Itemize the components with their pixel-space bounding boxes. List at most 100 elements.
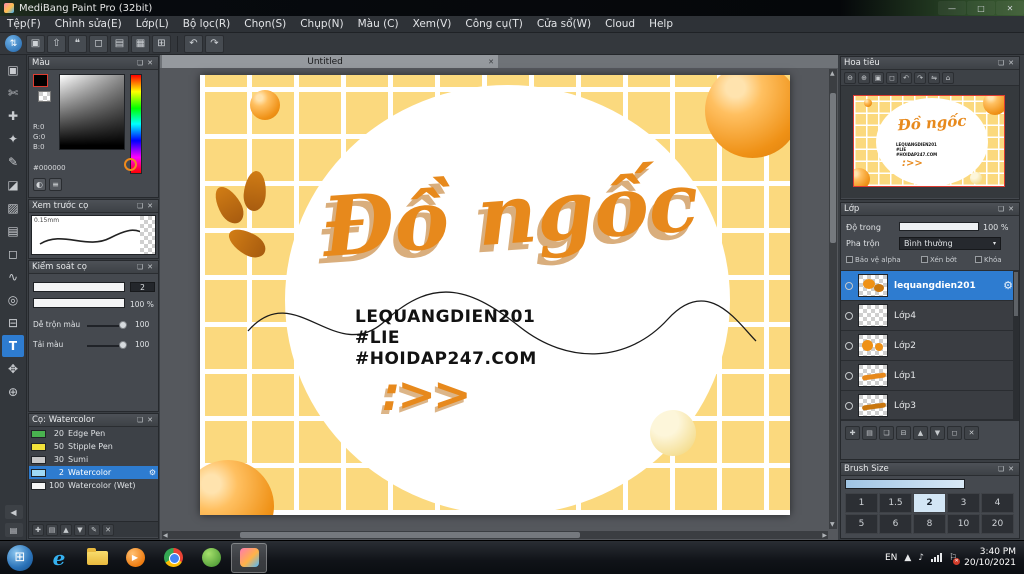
close-panel-icon[interactable]: ✕ [1006, 205, 1016, 213]
drawing-canvas[interactable]: Đồ ngốc LEQUANGDIEN201 #LIE #HOIDAP247.C… [200, 75, 790, 515]
brush-row[interactable]: 30 Sumi [29, 453, 158, 466]
collapse-left-icon[interactable]: ◀ [4, 505, 23, 519]
popout-icon[interactable]: ❏ [996, 465, 1006, 473]
grid-icon[interactable]: ▦ [131, 34, 150, 53]
volume-icon[interactable]: ♪ [918, 553, 924, 563]
maximize-button[interactable]: □ [967, 1, 995, 15]
menu-color[interactable]: Màu (C) [351, 16, 406, 33]
language-indicator[interactable]: EN [885, 553, 897, 563]
size-cell[interactable]: 10 [947, 514, 980, 534]
hidden-icons-arrow[interactable]: ▲ [904, 553, 911, 563]
hue-marker[interactable] [124, 158, 137, 171]
menu-layer[interactable]: Lớp(L) [129, 16, 176, 33]
move-tool-icon[interactable]: ✚ [2, 105, 24, 127]
open-file-icon[interactable]: ▤ [110, 34, 129, 53]
move-down-icon[interactable]: ▼ [74, 523, 86, 536]
brush-size-slider[interactable] [845, 479, 965, 489]
network-icon[interactable] [931, 553, 943, 562]
brush-settings-icon[interactable]: ⚙ [149, 468, 156, 477]
taskbar-media-player-icon[interactable]: ▶ [117, 543, 153, 573]
layer-list-scrollbar[interactable] [1013, 270, 1019, 420]
eyedropper-tool-icon[interactable]: ◎ [2, 289, 24, 311]
size-cell-selected[interactable]: 2 [913, 493, 946, 513]
scroll-left-icon[interactable]: ◀ [163, 532, 168, 539]
comment-icon[interactable]: ❝ [68, 34, 87, 53]
menu-tools[interactable]: Công cụ(T) [458, 16, 529, 33]
popout-icon[interactable]: ❏ [996, 205, 1006, 213]
rotate-left-icon[interactable]: ↶ [900, 71, 912, 84]
menu-filter[interactable]: Bộ lọc(R) [176, 16, 238, 33]
navigator-thumbnail[interactable]: Đồ ngốc LEQUANGDIEN201 #LIE #HOIDAP247.C… [853, 95, 1005, 187]
popout-icon[interactable]: ❏ [135, 59, 145, 67]
layer-down-icon[interactable]: ▼ [930, 426, 945, 440]
lasso-tool-icon[interactable]: ✄ [2, 82, 24, 104]
move-up-icon[interactable]: ▲ [60, 523, 72, 536]
save-icon[interactable]: ▣ [26, 34, 45, 53]
rotate-right-icon[interactable]: ↷ [914, 71, 926, 84]
minimize-button[interactable]: — [938, 1, 966, 15]
menu-help[interactable]: Help [642, 16, 680, 33]
magic-wand-tool-icon[interactable]: ✦ [2, 128, 24, 150]
popout-icon[interactable]: ❏ [135, 263, 145, 271]
actual-size-icon[interactable]: ◻ [886, 71, 898, 84]
fit-screen-icon[interactable]: ▣ [872, 71, 884, 84]
brush-row-selected[interactable]: 2 Watercolor ⚙ [29, 466, 158, 479]
flip-icon[interactable]: ⇋ [928, 71, 940, 84]
brush-row[interactable]: 50 Stipple Pen [29, 440, 158, 453]
new-folder-icon[interactable]: ▤ [862, 426, 877, 440]
undo-icon[interactable]: ↶ [184, 34, 203, 53]
menu-view[interactable]: Xem(V) [406, 16, 459, 33]
scroll-right-icon[interactable]: ▶ [822, 532, 827, 539]
close-panel-icon[interactable]: ✕ [1006, 59, 1016, 67]
popout-icon[interactable]: ❏ [135, 202, 145, 210]
saturation-value-picker[interactable] [59, 74, 125, 150]
size-cell[interactable]: 1 [845, 493, 878, 513]
layer-visibility-icon[interactable] [845, 371, 853, 380]
size-cell[interactable]: 3 [947, 493, 980, 513]
cloud-sync-icon[interactable]: ⇅ [5, 35, 22, 52]
menu-edit[interactable]: Chỉnh sửa(E) [48, 16, 129, 33]
layer-row[interactable]: Lớp4 [841, 301, 1019, 331]
scroll-up-icon[interactable]: ▲ [830, 70, 835, 77]
close-panel-icon[interactable]: ✕ [1006, 465, 1016, 473]
popout-icon[interactable]: ❏ [996, 59, 1006, 67]
eraser-tool-icon[interactable]: ◪ [2, 174, 24, 196]
taskbar-clock[interactable]: 3:40 PM 20/10/2021 [964, 547, 1016, 569]
layer-settings-icon[interactable]: ⚙ [1003, 279, 1013, 292]
brush-opacity-slider[interactable] [33, 298, 125, 308]
add-brush-icon[interactable]: ✚ [32, 523, 44, 536]
merge-down-icon[interactable]: ⊟ [896, 426, 911, 440]
size-cell[interactable]: 4 [981, 493, 1014, 513]
shape-tool-icon[interactable]: ◻ [2, 243, 24, 265]
vertical-scrollbar[interactable]: ▲ ▼ [829, 69, 837, 529]
menu-file[interactable]: Tệp(F) [0, 16, 48, 33]
close-button[interactable]: ✕ [996, 1, 1024, 15]
size-cell[interactable]: 20 [981, 514, 1014, 534]
layer-row[interactable]: Lớp1 [841, 361, 1019, 391]
clipping-checkbox[interactable]: Xén bớt [921, 256, 957, 264]
panel-layout-icon[interactable]: ⊞ [152, 34, 171, 53]
start-button[interactable]: ⊞ [0, 541, 40, 574]
transparent-color-swatch[interactable] [38, 91, 51, 102]
close-panel-icon[interactable]: ✕ [145, 263, 155, 271]
reset-view-icon[interactable]: ⌂ [942, 71, 954, 84]
layer-row-selected[interactable]: lequangdien201 ⚙ [841, 271, 1019, 301]
taskbar-green-app-icon[interactable] [193, 543, 229, 573]
divide-tool-icon[interactable]: ⊟ [2, 312, 24, 334]
edit-brush-icon[interactable]: ✎ [88, 523, 100, 536]
rgb-slider-icon[interactable]: ≡ [49, 178, 62, 191]
zoom-tool-icon[interactable]: ⊕ [2, 381, 24, 403]
brush-tool-icon[interactable]: ✎ [2, 151, 24, 173]
close-panel-icon[interactable]: ✕ [145, 416, 155, 424]
horizontal-scrollbar[interactable]: ◀ ▶ [162, 531, 828, 539]
layer-visibility-icon[interactable] [845, 281, 853, 290]
delete-layer-icon[interactable]: ✕ [964, 426, 979, 440]
text-tool-icon[interactable]: T [2, 335, 24, 357]
strip-menu-icon[interactable]: ▤ [4, 523, 23, 537]
action-center-flag-icon[interactable]: ⚐ ✕ [949, 553, 961, 565]
blend-mode-dropdown[interactable]: Bình thường ▾ [899, 237, 1001, 250]
layer-row[interactable]: Lớp3 [841, 391, 1019, 421]
layer-visibility-icon[interactable] [845, 311, 853, 320]
horizontal-scroll-thumb[interactable] [240, 532, 580, 538]
menu-select[interactable]: Chọn(S) [237, 16, 293, 33]
